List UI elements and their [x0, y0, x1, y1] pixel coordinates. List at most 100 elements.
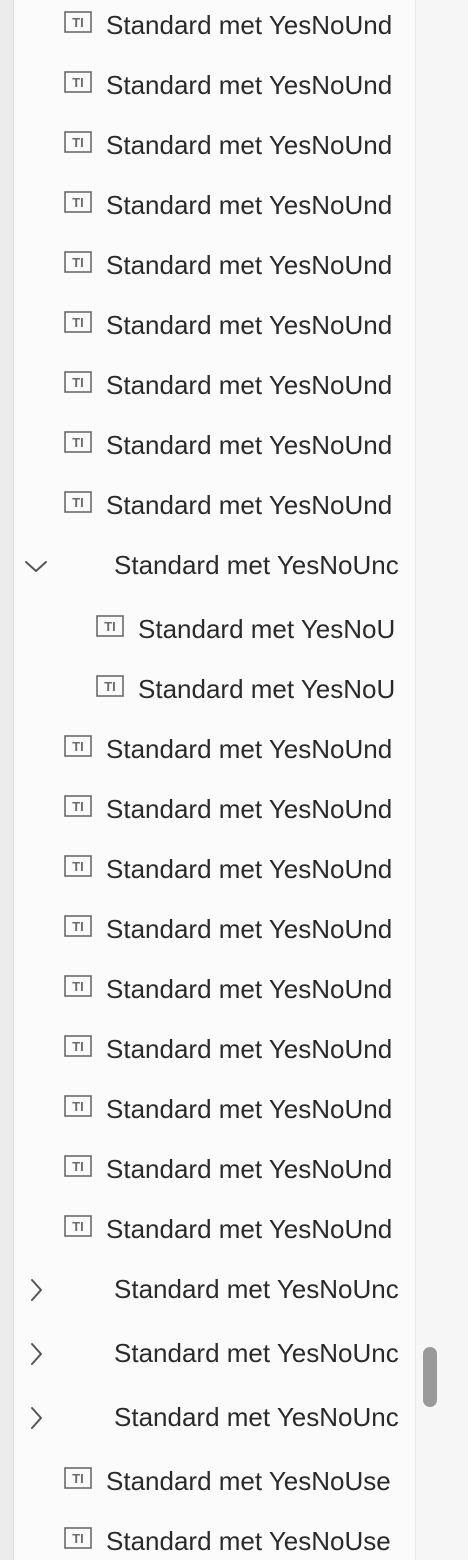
- tree-item-label: Standard met YesNoUnd: [106, 794, 393, 824]
- tree-item-label: Standard met YesNoU: [138, 674, 396, 704]
- svg-text:TI: TI: [72, 1531, 84, 1546]
- tree-item-row[interactable]: TI Standard met YesNoUnd: [14, 356, 415, 416]
- svg-text:TI: TI: [72, 195, 84, 210]
- text-field-icon: TI: [64, 191, 92, 213]
- tree-item-label: Standard met YesNoUnd: [106, 310, 393, 340]
- text-field-icon: TI: [64, 11, 92, 33]
- tree-item-label: Standard met YesNoUnc: [114, 1274, 399, 1304]
- tree-item-row[interactable]: TI Standard met YesNoUnd: [14, 960, 415, 1020]
- tree-group-row[interactable]: Standard met YesNoUnc: [14, 1260, 415, 1320]
- text-field-icon: TI: [64, 1035, 92, 1057]
- left-rail: [0, 0, 14, 1560]
- svg-text:TI: TI: [72, 75, 84, 90]
- svg-text:TI: TI: [72, 375, 84, 390]
- tree-item-row[interactable]: TI Standard met YesNoUnd: [14, 0, 415, 56]
- svg-text:TI: TI: [104, 679, 116, 694]
- svg-text:TI: TI: [72, 1159, 84, 1174]
- tree-item-row[interactable]: TI Standard met YesNoUnd: [14, 720, 415, 780]
- tree-item-row[interactable]: TI Standard met YesNoU: [14, 600, 415, 660]
- tree-item-row[interactable]: TI Standard met YesNoUnd: [14, 840, 415, 900]
- tree-item-label: Standard met YesNoUnd: [106, 250, 393, 280]
- svg-text:TI: TI: [72, 799, 84, 814]
- tree-item-row[interactable]: TI Standard met YesNoUnd: [14, 1140, 415, 1200]
- chevron-right-icon[interactable]: [22, 1404, 50, 1432]
- text-field-icon: TI: [64, 71, 92, 93]
- tree-item-label: Standard met YesNoUnd: [106, 974, 393, 1004]
- svg-text:TI: TI: [72, 1099, 84, 1114]
- text-field-icon: TI: [64, 795, 92, 817]
- tree-item-label: Standard met YesNoUnd: [106, 370, 393, 400]
- tree-item-label: Standard met YesNoUnd: [106, 190, 393, 220]
- tree-item-label: Standard met YesNoUnd: [106, 490, 393, 520]
- text-field-icon: TI: [64, 371, 92, 393]
- tree-item-row[interactable]: TI Standard met YesNoUnd: [14, 116, 415, 176]
- tree-group-row[interactable]: Standard met YesNoUnc: [14, 1388, 415, 1448]
- svg-text:TI: TI: [72, 315, 84, 330]
- text-field-icon: TI: [64, 975, 92, 997]
- svg-text:TI: TI: [72, 135, 84, 150]
- tree-item-row[interactable]: TI Standard met YesNoUnd: [14, 476, 415, 536]
- text-field-icon: TI: [64, 1215, 92, 1237]
- tree-item-row[interactable]: TI Standard met YesNoUnd: [14, 236, 415, 296]
- tree-item-label: Standard met YesNoUnd: [106, 1034, 393, 1064]
- tree-item-label: Standard met YesNoU: [138, 614, 396, 644]
- tree-view: TI Standard met YesNoUnd TI Standard met Ye…: [14, 0, 415, 1560]
- tree-item-row[interactable]: TI Standard met YesNoUse: [14, 1452, 415, 1512]
- text-field-icon: TI: [64, 131, 92, 153]
- text-field-icon: TI: [64, 491, 92, 513]
- tree-item-label: Standard met YesNoUnc: [114, 550, 399, 580]
- chevron-down-icon[interactable]: [22, 552, 50, 580]
- tree-item-label: Standard met YesNoUnd: [106, 854, 393, 884]
- svg-text:TI: TI: [72, 15, 84, 30]
- svg-text:TI: TI: [72, 979, 84, 994]
- tree-item-row[interactable]: TI Standard met YesNoUnd: [14, 56, 415, 116]
- tree-item-row[interactable]: TI Standard met YesNoUnd: [14, 1020, 415, 1080]
- svg-text:TI: TI: [72, 495, 84, 510]
- tree-item-label: Standard met YesNoUnd: [106, 430, 393, 460]
- tree-item-row[interactable]: TI Standard met YesNoUnd: [14, 780, 415, 840]
- svg-text:TI: TI: [72, 435, 84, 450]
- text-field-icon: TI: [64, 735, 92, 757]
- text-field-icon: TI: [64, 311, 92, 333]
- tree-item-row[interactable]: TI Standard met YesNoU: [14, 660, 415, 720]
- text-field-icon: TI: [64, 1095, 92, 1117]
- tree-item-label: Standard met YesNoUnc: [114, 1402, 399, 1432]
- text-field-icon: TI: [64, 1527, 92, 1549]
- tree-item-row[interactable]: TI Standard met YesNoUnd: [14, 900, 415, 960]
- tree-item-row[interactable]: TI Standard met YesNoUnd: [14, 416, 415, 476]
- tree-item-row[interactable]: TI Standard met YesNoUnd: [14, 176, 415, 236]
- text-field-icon: TI: [64, 855, 92, 877]
- tree-item-label: Standard met YesNoUnd: [106, 70, 393, 100]
- chevron-right-icon[interactable]: [22, 1276, 50, 1304]
- tree-group-row[interactable]: Standard met YesNoUnc: [14, 1324, 415, 1384]
- svg-text:TI: TI: [72, 919, 84, 934]
- text-field-icon: TI: [96, 675, 124, 697]
- text-field-icon: TI: [64, 251, 92, 273]
- text-field-icon: TI: [96, 615, 124, 637]
- scrollbar-thumb[interactable]: [423, 1347, 437, 1407]
- tree-item-row[interactable]: TI Standard met YesNoUnd: [14, 1080, 415, 1140]
- chevron-right-icon[interactable]: [22, 1340, 50, 1368]
- tree-item-label: Standard met YesNoUnd: [106, 1154, 393, 1184]
- tree-item-label: Standard met YesNoUnd: [106, 914, 393, 944]
- text-field-icon: TI: [64, 1155, 92, 1177]
- svg-text:TI: TI: [72, 859, 84, 874]
- tree-group-row[interactable]: Standard met YesNoUnc: [14, 536, 415, 596]
- svg-text:TI: TI: [72, 255, 84, 270]
- tree-item-label: Standard met YesNoUse: [106, 1466, 391, 1496]
- svg-text:TI: TI: [72, 1471, 84, 1486]
- tree-item-row[interactable]: TI Standard met YesNoUnd: [14, 296, 415, 356]
- svg-text:TI: TI: [72, 1219, 84, 1234]
- tree-item-label: Standard met YesNoUnd: [106, 734, 393, 764]
- tree-item-label: Standard met YesNoUnc: [114, 1338, 399, 1368]
- tree-item-label: Standard met YesNoUnd: [106, 1094, 393, 1124]
- text-field-icon: TI: [64, 431, 92, 453]
- tree-item-row[interactable]: TI Standard met YesNoUse: [14, 1512, 415, 1560]
- text-field-icon: TI: [64, 1467, 92, 1489]
- text-field-icon: TI: [64, 915, 92, 937]
- svg-text:TI: TI: [72, 739, 84, 754]
- svg-text:TI: TI: [72, 1039, 84, 1054]
- tree-item-row[interactable]: TI Standard met YesNoUnd: [14, 1200, 415, 1260]
- tree-item-label: Standard met YesNoUnd: [106, 1214, 393, 1244]
- scrollbar-track[interactable]: [415, 0, 468, 1560]
